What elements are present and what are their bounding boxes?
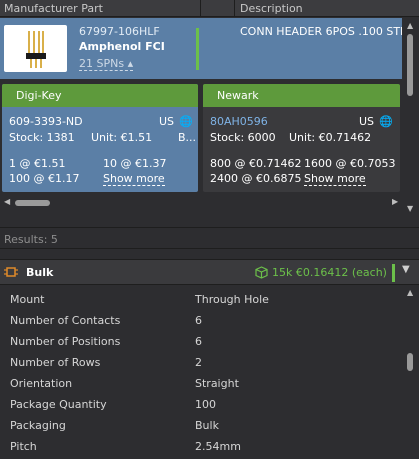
show-more-link[interactable]: Show more <box>103 173 165 186</box>
supplier-country: US <box>359 115 375 128</box>
spns-toggle[interactable]: 21 SPNs ▴ <box>79 57 134 71</box>
globe-icon: 🌐 <box>379 115 393 128</box>
property-value: 6 <box>195 314 202 327</box>
property-value: Bulk <box>195 419 219 432</box>
property-row: Packaging Bulk <box>0 412 402 433</box>
property-value: 2.54mm <box>195 440 241 453</box>
supplier-country: US <box>159 115 175 128</box>
column-divider[interactable] <box>200 0 201 17</box>
property-row: Number of Positions 6 <box>0 328 402 349</box>
supplier-sku[interactable]: 80AH0596 <box>210 115 268 128</box>
supplier-unit-price: Unit: €0.71462 <box>289 131 372 144</box>
scroll-thumb[interactable] <box>407 34 413 96</box>
price-break: 10 @ €1.37 <box>103 157 167 170</box>
property-row: Orientation Straight <box>0 370 402 391</box>
supplier-stock: Stock: 6000 <box>210 131 276 144</box>
property-value: 2 <box>195 356 202 369</box>
property-key: Pitch <box>10 440 37 453</box>
supplier-name: Digi-Key <box>2 84 198 107</box>
part-manufacturer: Amphenol FCI <box>79 40 165 53</box>
price-break: 2400 @ €0.6875 <box>210 172 302 185</box>
price-break: 800 @ €0.71462 <box>210 157 302 170</box>
supplier-name: Newark <box>203 84 400 107</box>
results-column-header: Manufacturer Part Description <box>0 0 419 17</box>
package-stock-price: 15k €0.16412 (each) <box>272 266 387 279</box>
part-row-selected[interactable]: 67997-106HLF Amphenol FCI 21 SPNs ▴ CONN… <box>0 18 402 79</box>
supplier-card-newark[interactable]: Newark 80AH0596 US 🌐 Stock: 6000 Unit: €… <box>203 84 400 192</box>
price-break: 1600 @ €0.7053 <box>304 157 396 170</box>
show-more-link[interactable]: Show more <box>304 173 366 186</box>
supplier-sku[interactable]: 609-3393-ND <box>9 115 83 128</box>
property-row: Number of Contacts 6 <box>0 307 402 328</box>
property-value: Straight <box>195 377 239 390</box>
scroll-up-icon[interactable]: ▲ <box>407 288 413 297</box>
cube-icon <box>255 266 268 279</box>
property-key: Number of Positions <box>10 335 121 348</box>
property-key: Orientation <box>10 377 73 390</box>
results-vertical-scrollbar[interactable]: ▲ ▼ <box>402 18 419 216</box>
part-description: CONN HEADER 6POS .100 STR 3 <box>240 25 402 38</box>
supplier-stock: Stock: 1381 <box>9 131 75 144</box>
property-row: Package Quantity 100 <box>0 391 402 412</box>
scroll-left-icon[interactable]: ◀ <box>4 197 10 206</box>
scroll-up-icon[interactable]: ▲ <box>407 21 413 30</box>
cards-horizontal-scrollbar[interactable]: ◀ ▶ <box>0 196 402 210</box>
scroll-thumb[interactable] <box>407 353 413 371</box>
property-value: 6 <box>195 335 202 348</box>
price-break: 1 @ €1.51 <box>9 157 66 170</box>
property-row: Mount Through Hole <box>0 286 402 307</box>
package-title: Bulk <box>26 266 54 279</box>
part-thumbnail <box>4 25 67 72</box>
properties-table: Mount Through Hole Number of Contacts 6 … <box>0 286 402 454</box>
chip-icon <box>4 267 18 277</box>
supplier-extra: B... <box>178 131 197 144</box>
property-value: 100 <box>195 398 216 411</box>
availability-indicator <box>196 28 199 70</box>
scroll-down-icon[interactable]: ▼ <box>407 204 413 213</box>
price-break: 100 @ €1.17 <box>9 172 80 185</box>
property-key: Packaging <box>10 419 66 432</box>
column-manufacturer-part[interactable]: Manufacturer Part <box>4 2 103 15</box>
supplier-unit-price: Unit: €1.51 <box>91 131 153 144</box>
property-row: Pitch 2.54mm <box>0 433 402 454</box>
property-value: Through Hole <box>195 293 269 306</box>
properties-vertical-scrollbar[interactable]: ▲ <box>402 286 419 459</box>
scroll-thumb[interactable] <box>15 200 50 206</box>
property-key: Package Quantity <box>10 398 107 411</box>
globe-icon: 🌐 <box>179 115 193 128</box>
package-header[interactable]: Bulk 15k €0.16412 (each) ▼ <box>0 259 419 285</box>
availability-indicator <box>392 264 395 282</box>
results-bar: Results: 5 <box>0 227 419 249</box>
property-row: Number of Rows 2 <box>0 349 402 370</box>
scroll-right-icon[interactable]: ▶ <box>392 197 398 206</box>
property-key: Mount <box>10 293 45 306</box>
property-key: Number of Rows <box>10 356 101 369</box>
part-mpn: 67997-106HLF <box>79 25 160 38</box>
results-count: Results: 5 <box>4 233 58 246</box>
property-key: Number of Contacts <box>10 314 121 327</box>
column-divider[interactable] <box>234 0 235 17</box>
column-description[interactable]: Description <box>240 2 303 15</box>
supplier-card-digikey[interactable]: Digi-Key 609-3393-ND US 🌐 Stock: 1381 Un… <box>2 84 198 192</box>
chevron-down-icon[interactable]: ▼ <box>402 264 410 275</box>
